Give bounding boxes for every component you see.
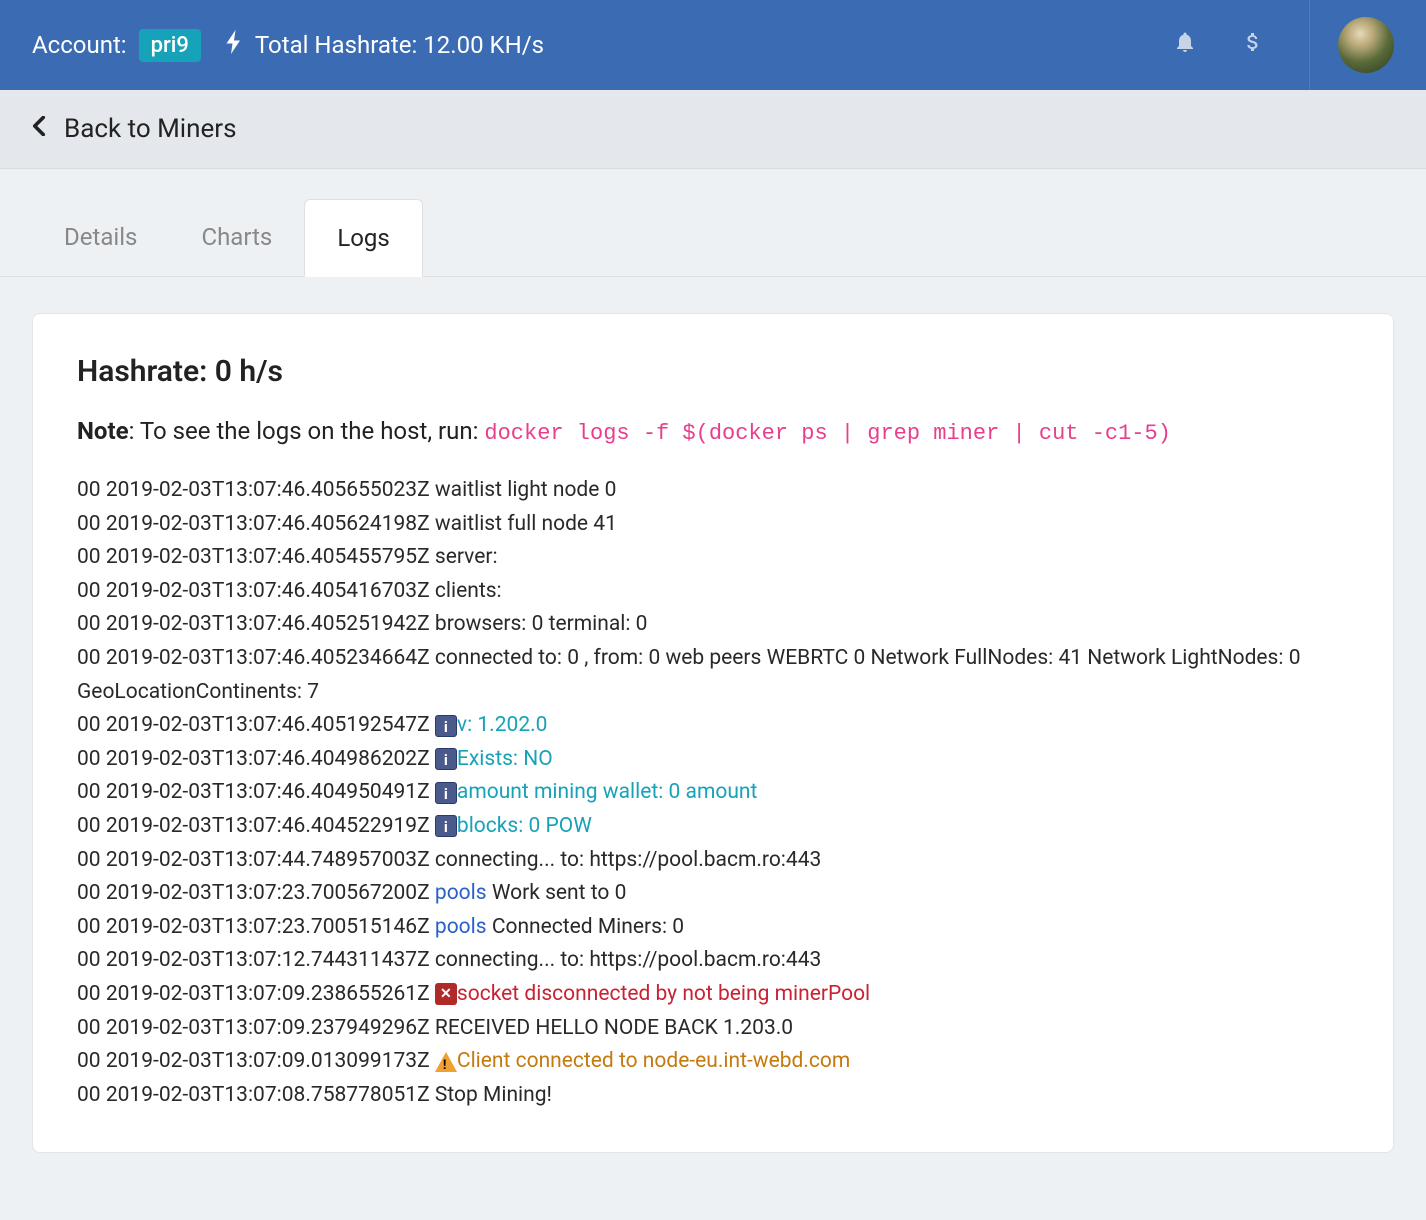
log-line: 00 2019-02-03T13:07:12.744311437Z connec… — [77, 944, 1349, 978]
account-label: Account: — [32, 31, 127, 59]
log-line: 00 2019-02-03T13:07:46.405655023Z waitli… — [77, 474, 1349, 508]
log-line: 00 2019-02-03T13:07:09.238655261Z ✕socke… — [77, 978, 1349, 1012]
info-icon: i — [435, 815, 457, 837]
bolt-icon — [225, 30, 243, 60]
note-code: docker logs -f $(docker ps | grep miner … — [484, 421, 1171, 446]
top-header: Account: pri9 Total Hashrate: 12.00 KH/s — [0, 0, 1426, 90]
note-text: : To see the logs on the host, run: — [129, 417, 485, 445]
subheader: Back to Miners — [0, 90, 1426, 169]
warning-icon — [435, 1052, 457, 1072]
error-icon: ✕ — [435, 983, 457, 1005]
info-icon: i — [435, 748, 457, 770]
notifications-icon[interactable] — [1173, 30, 1197, 60]
card-title: Hashrate: 0 h/s — [77, 354, 1349, 389]
dollar-icon[interactable] — [1241, 30, 1265, 60]
log-line: 00 2019-02-03T13:07:46.405251942Z browse… — [77, 608, 1349, 642]
log-line: 00 2019-02-03T13:07:46.405455795Z server… — [77, 541, 1349, 575]
chevron-left-icon — [32, 116, 46, 142]
logs-card: Hashrate: 0 h/s Note: To see the logs on… — [32, 313, 1394, 1153]
tab-charts[interactable]: Charts — [169, 199, 304, 276]
info-icon: i — [435, 782, 457, 804]
log-line: 00 2019-02-03T13:07:09.013099173Z Client… — [77, 1045, 1349, 1079]
log-output: 00 2019-02-03T13:07:46.405655023Z waitli… — [77, 474, 1349, 1112]
log-line: 00 2019-02-03T13:07:46.404522919Z iblock… — [77, 810, 1349, 844]
log-line: 00 2019-02-03T13:07:09.237949296Z RECEIV… — [77, 1012, 1349, 1046]
log-line: 00 2019-02-03T13:07:23.700515146Z pools … — [77, 911, 1349, 945]
account-badge[interactable]: pri9 — [139, 29, 201, 62]
avatar[interactable] — [1338, 17, 1394, 73]
log-line: 00 2019-02-03T13:07:46.404950491Z iamoun… — [77, 776, 1349, 810]
log-line: 00 2019-02-03T13:07:46.405416703Z client… — [77, 575, 1349, 609]
back-label: Back to Miners — [64, 114, 237, 144]
back-to-miners-link[interactable]: Back to Miners — [32, 114, 237, 144]
log-line: 00 2019-02-03T13:07:23.700567200Z pools … — [77, 877, 1349, 911]
total-hashrate-label: Total Hashrate: 12.00 KH/s — [255, 31, 544, 59]
avatar-container — [1309, 0, 1394, 90]
note-line: Note: To see the logs on the host, run: … — [77, 417, 1349, 446]
header-left: Account: pri9 Total Hashrate: 12.00 KH/s — [32, 29, 544, 62]
header-right — [1173, 0, 1394, 90]
tabs: Details Charts Logs — [0, 199, 1426, 277]
log-line: 00 2019-02-03T13:07:46.405192547Z iv: 1.… — [77, 709, 1349, 743]
log-line: 00 2019-02-03T13:07:08.758778051Z Stop M… — [77, 1079, 1349, 1113]
tab-details[interactable]: Details — [32, 199, 169, 276]
log-line: 00 2019-02-03T13:07:46.405234664Z connec… — [77, 642, 1349, 709]
log-line: 00 2019-02-03T13:07:46.405624198Z waitli… — [77, 508, 1349, 542]
info-icon: i — [435, 715, 457, 737]
tab-logs[interactable]: Logs — [304, 199, 422, 277]
log-line: 00 2019-02-03T13:07:44.748957003Z connec… — [77, 844, 1349, 878]
note-label: Note — [77, 417, 129, 445]
log-line: 00 2019-02-03T13:07:46.404986202Z iExist… — [77, 743, 1349, 777]
